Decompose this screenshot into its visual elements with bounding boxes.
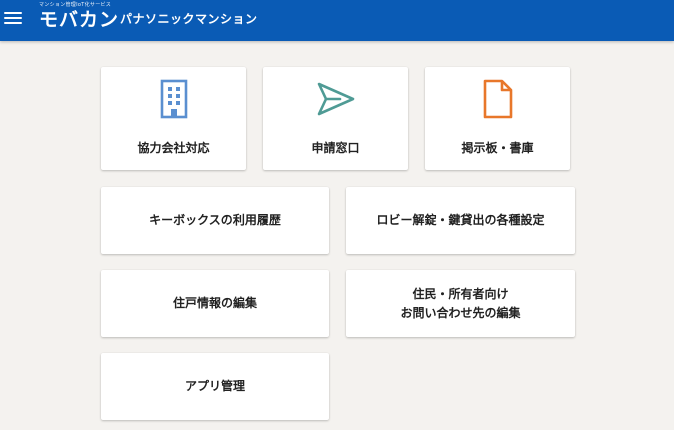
app-header: マンション管理IoT化サービス モバカン パナソニックマンション	[0, 0, 674, 41]
card-label: ロビー解錠・鍵貸出の各種設定	[376, 213, 545, 227]
card-label: 協力会社対応	[137, 141, 210, 155]
document-icon	[482, 77, 514, 121]
logo-name: モバカン	[39, 9, 120, 31]
unit-info-edit-card[interactable]: 住戸情報の編集	[101, 270, 329, 337]
partner-company-card[interactable]: 協力会社対応	[101, 67, 246, 170]
hamburger-menu-button[interactable]	[4, 9, 22, 27]
contact-info-edit-card[interactable]: 住民・所有者向け お問い合わせ先の編集	[346, 270, 575, 337]
bulletin-board-card[interactable]: 掲示板・書庫	[425, 67, 570, 170]
card-label-line: 住民・所有者向け	[412, 286, 509, 301]
send-icon	[316, 77, 356, 121]
logo-tagline: マンション管理IoT化サービス	[39, 2, 112, 8]
card-label: 申請窓口	[311, 141, 360, 155]
card-label: 住民・所有者向け お問い合わせ先の編集	[400, 285, 520, 323]
building-name: パナソニックマンション	[120, 12, 258, 26]
card-label-line: お問い合わせ先の編集	[400, 305, 521, 320]
card-label: アプリ管理	[184, 379, 245, 393]
building-icon	[159, 77, 189, 121]
card-label: キーボックスの利用履歴	[149, 213, 281, 227]
card-label: 掲示板・書庫	[461, 141, 534, 155]
app-management-card[interactable]: アプリ管理	[101, 353, 329, 420]
application-window-card[interactable]: 申請窓口	[263, 67, 408, 170]
card-label: 住戸情報の編集	[172, 296, 257, 310]
lobby-unlock-settings-card[interactable]: ロビー解錠・鍵貸出の各種設定	[346, 187, 575, 254]
keybox-history-card[interactable]: キーボックスの利用履歴	[101, 187, 329, 254]
hamburger-menu-icon	[4, 12, 22, 14]
app-logo[interactable]: マンション管理IoT化サービス モバカン	[39, 2, 119, 32]
